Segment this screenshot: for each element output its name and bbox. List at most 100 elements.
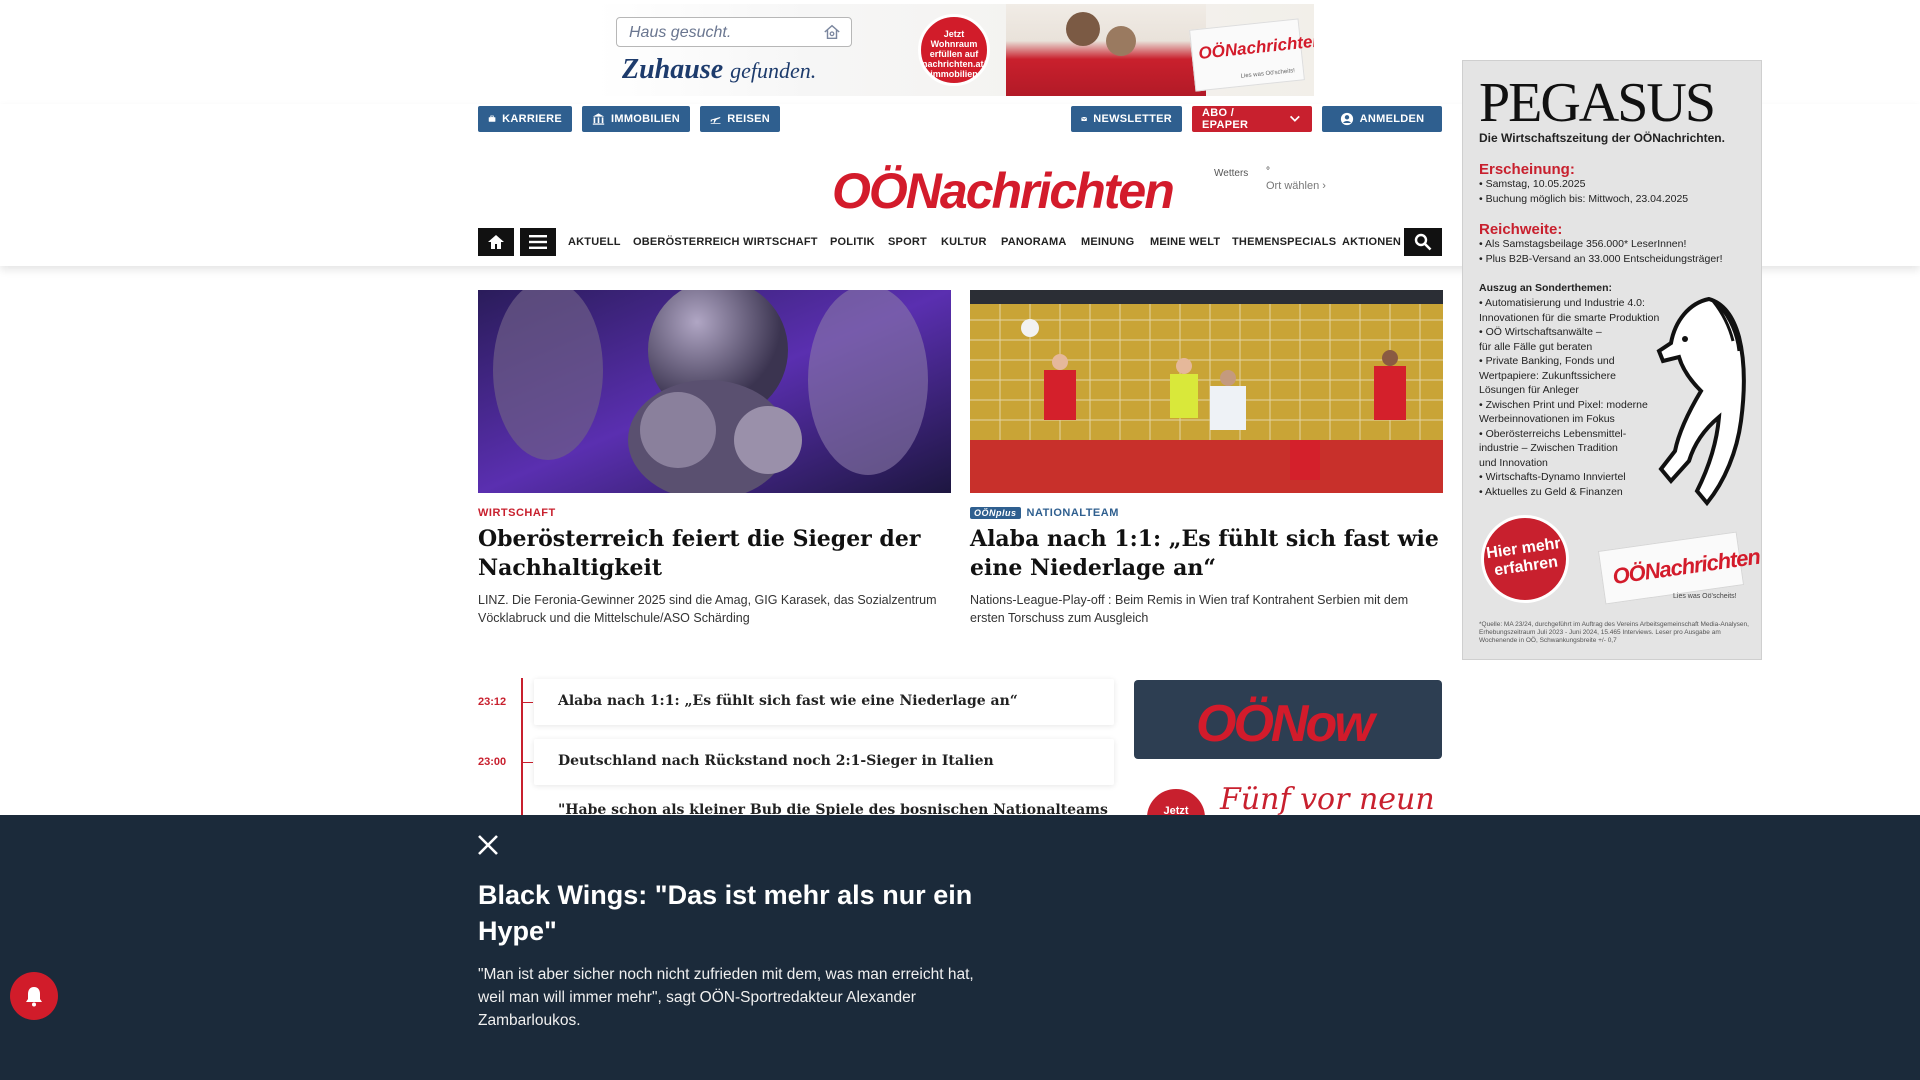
overlay-title[interactable]: Black Wings: "Das ist mehr als nur ein H… — [478, 877, 1018, 949]
breaking-teaser-overlay[interactable]: Black Wings: "Das ist mehr als nur ein H… — [0, 815, 1920, 1080]
pegasus-subtitle: Die Wirtschaftszeitung der OÖNachrichten… — [1479, 131, 1725, 145]
weather-image: Wetters — [1214, 168, 1249, 179]
themen-line: für alle Fälle gut beraten — [1479, 340, 1593, 353]
article-title[interactable]: Alaba nach 1:1: „Es fühlt sich fast wie … — [970, 525, 1443, 583]
newsletter-label: NEWSLETTER — [1093, 113, 1172, 125]
ad-slogan-tail: gefunden. — [730, 58, 817, 83]
reichweite-line: • Plus B2B-Versand an 33.000 Entscheidun… — [1479, 253, 1723, 265]
fuenf-vor-neun-banner[interactable]: Jetzt Fünf vor neun — [1140, 786, 1440, 816]
nav-item-meinung[interactable]: MEINUNG — [1081, 236, 1134, 248]
themen-line: • Aktuelles zu Geld & Finanzen — [1479, 485, 1623, 498]
search-icon — [1414, 233, 1432, 251]
location-label: Ort wählen — [1266, 180, 1320, 192]
nav-item-aktionen[interactable]: AKTIONEN — [1342, 236, 1401, 248]
bell-icon — [26, 987, 42, 1007]
ad-slogan: Zuhause gefunden. — [622, 54, 816, 86]
timeline-tick — [521, 702, 533, 703]
nav-item-oberoesterreich[interactable]: OBERÖSTERREICH — [633, 236, 740, 248]
reisen-button[interactable]: REISEN — [700, 106, 780, 132]
anmelden-label: ANMELDEN — [1359, 113, 1425, 125]
chevron-right-icon: › — [1322, 180, 1326, 192]
timeline-item[interactable]: "Habe schon als kleiner Bub die Spiele d… — [534, 796, 1114, 815]
ad-slogan-main: Zuhause — [622, 54, 724, 85]
karriere-button[interactable]: KARRIERE — [478, 106, 572, 132]
themen-line: Werbeinnovationen im Fokus — [1479, 413, 1615, 425]
immobilien-button[interactable]: IMMOBILIEN — [582, 106, 690, 132]
themen-line: Innovationen für die smarte Produktion — [1479, 311, 1660, 324]
newsletter-button[interactable]: NEWSLETTER — [1071, 106, 1182, 132]
overlay-text: "Man ist aber sicher noch nicht zufriede… — [478, 966, 974, 1029]
themen-line: Wertpapiere: Zukunftssichere — [1479, 369, 1616, 382]
themen-line: • Private Banking, Fonds und — [1479, 355, 1615, 367]
user-icon — [1340, 112, 1353, 126]
nav-item-kultur[interactable]: KULTUR — [941, 236, 987, 248]
weather-degrees: ° — [1266, 166, 1270, 177]
hamburger-icon — [529, 235, 547, 249]
hier-mehr-erfahren-button[interactable]: Hier mehr erfahren — [1475, 509, 1575, 609]
football-match-photo — [970, 290, 1443, 493]
ad-search-box: Haus gesucht. — [616, 17, 852, 47]
nav-item-aktuell[interactable]: AKTUELL — [568, 236, 621, 248]
search-button[interactable] — [1404, 228, 1442, 256]
sky-newspaper-tag: Lies was Oö'scheits! — [1673, 593, 1737, 600]
article-title[interactable]: Oberösterreich feiert die Sieger der Nac… — [478, 525, 951, 583]
weather-widget[interactable]: Wetters ° Ort wählen › — [1214, 166, 1354, 196]
timeline-headline: Deutschland nach Rückstand noch 2:1-Sieg… — [558, 753, 994, 769]
timeline-headline: Alaba nach 1:1: „Es fühlt sich fast wie … — [558, 693, 1018, 709]
timeline-tick — [521, 762, 533, 763]
house-icon — [824, 24, 840, 40]
close-icon — [478, 835, 498, 855]
category-label: WIRTSCHAFT — [478, 507, 556, 519]
location-selector[interactable]: Ort wählen › — [1266, 180, 1326, 192]
close-button[interactable] — [476, 833, 500, 857]
article-teaser: LINZ. Die Feronia-Gewinner 2025 sind die… — [478, 593, 937, 625]
article-teaser: Nations-League-Play-off : Beim Remis in … — [970, 593, 1409, 625]
fvn-badge: Jetzt — [1144, 786, 1208, 816]
notification-button[interactable] — [10, 972, 58, 1020]
article-category[interactable]: OÖNplus NATIONALTEAM — [970, 507, 1443, 519]
themen-line: industrie – Zwischen Tradition — [1479, 442, 1618, 454]
abo-epaper-button[interactable]: ABO / EPAPER — [1192, 106, 1312, 132]
reichweite-heading: Reichweite: — [1479, 221, 1563, 238]
ad-newspaper-tag: Lies was Oö'scheits! — [1240, 68, 1296, 80]
article-card[interactable]: WIRTSCHAFT Oberösterreich feiert die Sie… — [478, 290, 951, 627]
themen-line: und Innovation — [1479, 456, 1548, 469]
nav-item-themenspecials[interactable]: THEMENSPECIALS — [1232, 236, 1336, 248]
article-card[interactable]: OÖNplus NATIONALTEAM Alaba nach 1:1: „Es… — [970, 290, 1443, 627]
fvn-title: Fünf vor neun — [1220, 786, 1435, 816]
timeline-item[interactable]: Deutschland nach Rückstand noch 2:1-Sieg… — [534, 739, 1114, 785]
article-image[interactable] — [970, 290, 1443, 493]
ad-newspaper: OÖNachrichten Lies was Oö'scheits! — [1189, 18, 1314, 92]
nav-item-panorama[interactable]: PANORAMA — [1001, 236, 1067, 248]
article-image[interactable] — [478, 290, 951, 493]
themen-line: • Zwischen Print und Pixel: moderne — [1479, 398, 1648, 411]
airplane-icon — [710, 116, 721, 124]
erscheinung-heading: Erscheinung: — [1479, 161, 1575, 178]
karriere-label: KARRIERE — [502, 113, 562, 125]
anmelden-button[interactable]: ANMELDEN — [1322, 106, 1442, 132]
pegasus-title: PEGASUS — [1479, 72, 1716, 134]
oenow-banner[interactable]: OÖNow — [1134, 680, 1442, 759]
themen-line: Lösungen für Anleger — [1479, 384, 1579, 396]
sky-fine-print: *Quelle: MA 23/24, durchgeführt im Auftr… — [1479, 621, 1749, 644]
bank-icon — [592, 113, 605, 125]
timeline-item[interactable]: Alaba nach 1:1: „Es fühlt sich fast wie … — [534, 679, 1114, 725]
ad-search-placeholder: Haus gesucht. — [629, 24, 732, 41]
site-logo[interactable]: OÖNachrichten — [832, 162, 1175, 220]
nav-item-wirtschaft[interactable]: WIRTSCHAFT — [743, 236, 818, 248]
nav-item-meine-welt[interactable]: MEINE WELT — [1150, 236, 1220, 248]
themen-line: • OÖ Wirtschaftsanwälte – — [1479, 326, 1602, 338]
main-navigation: AKTUELL OBERÖSTERREICH WIRTSCHAFT POLITI… — [478, 228, 1442, 256]
ad-newspaper-logo: OÖNachrichten — [1197, 31, 1314, 64]
mail-icon — [1081, 117, 1087, 121]
themen-line: • Wirtschafts-Dynamo Innviertel — [1479, 471, 1626, 483]
home-button[interactable] — [478, 228, 514, 256]
article-category[interactable]: WIRTSCHAFT — [478, 507, 951, 519]
nav-item-politik[interactable]: POLITIK — [830, 236, 875, 248]
pegasus-ad[interactable]: PEGASUS Die Wirtschaftszeitung der OÖNac… — [1462, 60, 1762, 660]
nav-item-sport[interactable]: SPORT — [888, 236, 927, 248]
abo-epaper-label: ABO / EPAPER — [1202, 107, 1249, 131]
top-ad-banner[interactable]: Haus gesucht. Zuhause gefunden. Jetzt Wo… — [596, 4, 1314, 96]
timeline-time: 23:12 — [478, 696, 507, 708]
menu-button[interactable] — [520, 228, 556, 256]
